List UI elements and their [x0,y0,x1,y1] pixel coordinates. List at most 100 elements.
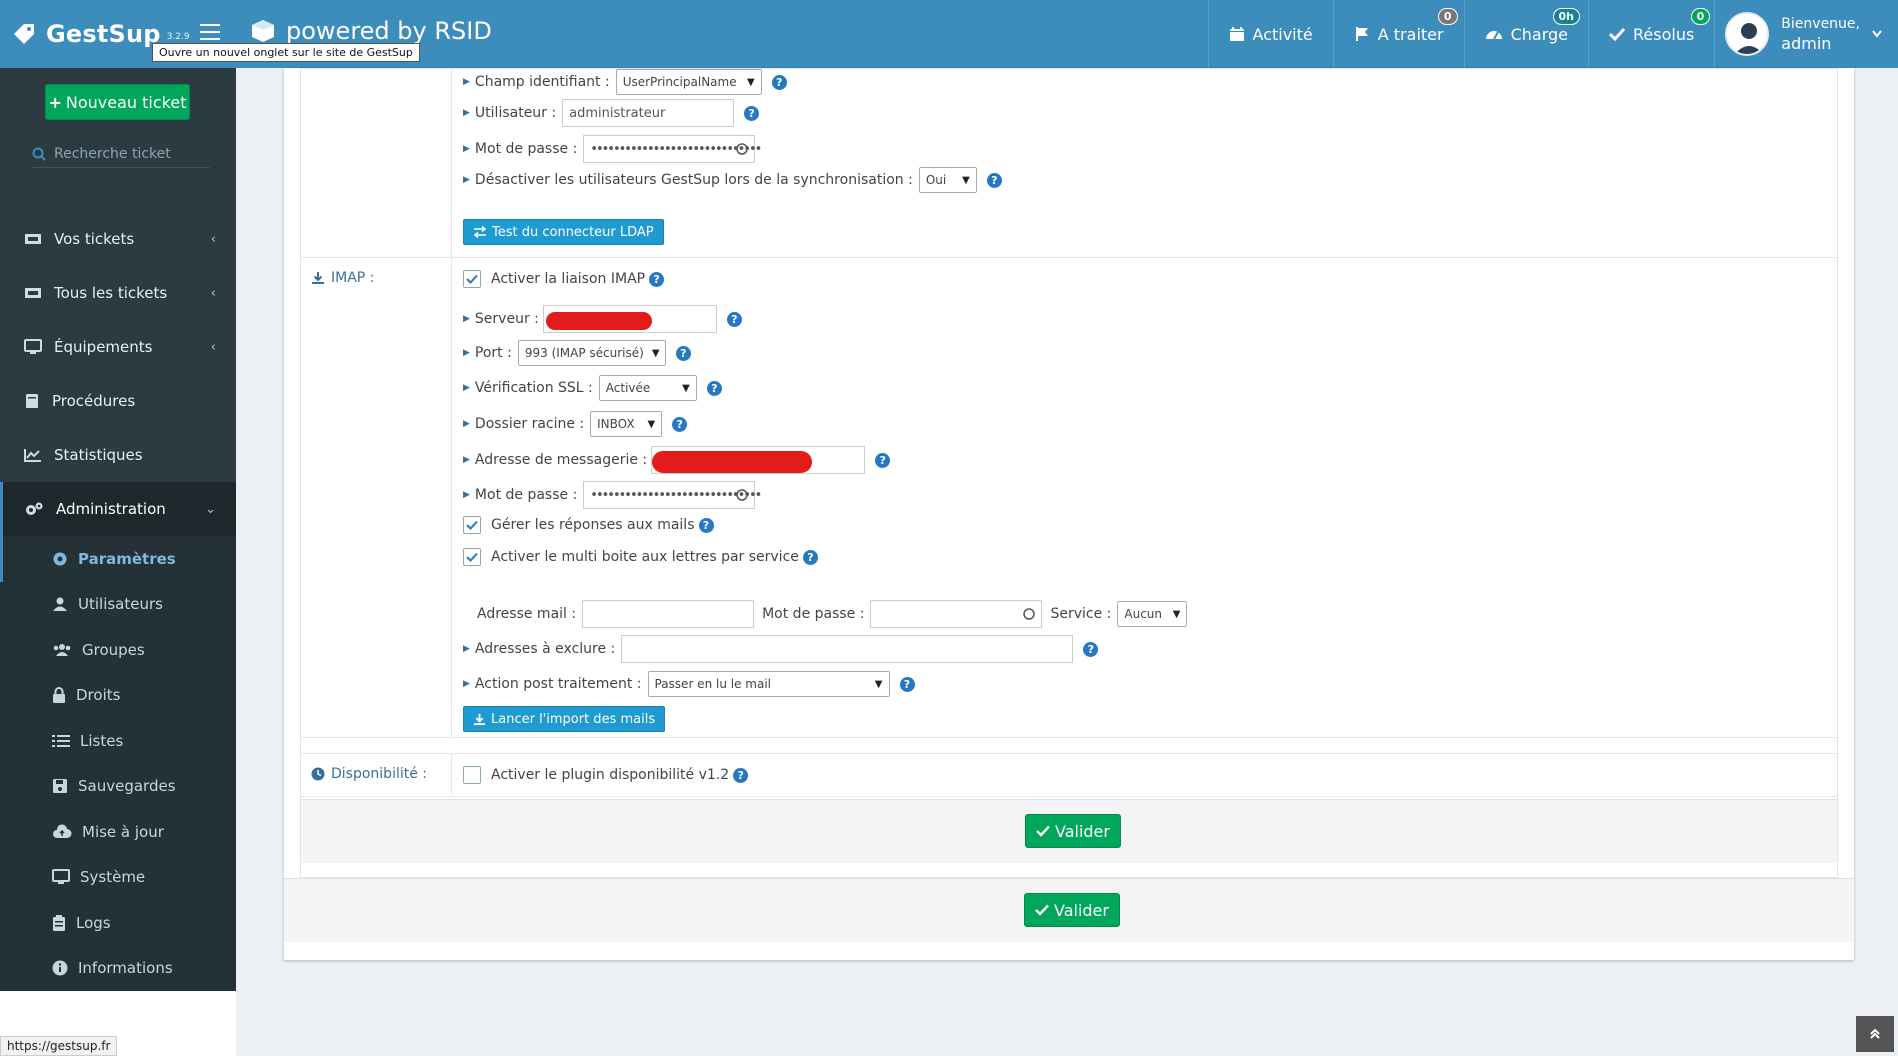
imap-ssl-row: ▶ Vérification SSL : Activée ▼ ? [463,375,722,401]
user-name: admin [1781,34,1832,53]
imap-activate-row: Activer la liaison IMAP ? [463,270,665,288]
help-icon[interactable]: ? [802,549,818,565]
nav-activite-label: Activité [1252,24,1313,44]
sidebar-item-sauvegardes[interactable]: Sauvegardes [0,764,236,810]
menu-toggle-icon[interactable] [200,24,220,42]
imap-server-input[interactable] [542,305,717,333]
imap-multi-fields: Adresse mail : Mot de passe : Service : … [477,600,1188,628]
help-icon[interactable]: ? [875,452,891,468]
tooltip: Ouvre un nouvel onglet sur le site de Ge… [152,43,420,62]
help-icon[interactable]: ? [1083,641,1099,657]
sidebar-item-equipements[interactable]: Équipements ‹ [0,320,236,374]
tag-icon [14,24,34,44]
help-icon[interactable]: ? [899,676,915,692]
imap-port-row: ▶ Port : 993 (IMAP sécurisé) ▼ ? [463,340,691,366]
sidebar-item-tous-tickets[interactable]: Tous les tickets ‹ [0,266,236,320]
nav-resolus[interactable]: Résolus 0 [1588,0,1714,68]
import-mails-button[interactable]: Lancer l'import des mails [463,706,666,732]
app-version: 3.2.9 [166,32,190,42]
help-icon[interactable]: ? [771,74,787,90]
sidebar-item-droits[interactable]: Droits [0,673,236,719]
double-chevron-up-icon [1870,1028,1880,1039]
help-icon[interactable]: ? [744,105,760,121]
sidebar-item-mise-a-jour[interactable]: Mise à jour [0,809,236,855]
avatar [1725,12,1770,56]
download-icon [473,713,486,725]
validate-button-bottom[interactable]: Valider [1024,893,1120,927]
nav-a-traiter[interactable]: A traiter 0 [1332,0,1464,68]
top-navbar: GestSup 3.2.9 Ouvre un nouvel onglet sur… [0,0,1898,68]
ticket-icon [25,234,41,244]
app-name: GestSup [46,20,161,48]
sidebar-item-systeme[interactable]: Système [0,855,236,901]
parameters-panel: ▶ Champ identifiant : UserPrincipalName ▼ … [300,68,1838,878]
ldap-champ-select[interactable]: UserPrincipalName ▼ [615,69,762,95]
sidebar-item-statistiques[interactable]: Statistiques [0,428,236,482]
info-icon [52,960,68,976]
charge-badge: 0h [1552,8,1580,25]
imap-multi-checkbox[interactable] [463,548,481,566]
imap-ssl-select[interactable]: Activée ▼ [598,375,697,401]
help-icon[interactable]: ? [733,767,749,783]
sidebar-item-procedures[interactable]: Procédures [0,374,236,428]
redaction-mark [652,451,813,473]
check-icon [1609,27,1625,42]
sidebar-item-logs[interactable]: Logs [0,900,236,946]
help-icon[interactable]: ? [675,345,691,361]
sidebar-item-listes[interactable]: Listes [0,718,236,764]
clipboard-icon [53,914,65,931]
ldap-password-input[interactable]: •••••••••••••••••••••••••••••• [583,135,762,163]
sidebar-item-utilisateurs[interactable]: Utilisateurs [0,582,236,628]
user-menu[interactable]: Bienvenue, admin [1714,0,1898,68]
key-icon[interactable] [735,488,749,502]
post-action-select[interactable]: Passer en lu le mail ▼ [647,671,890,697]
help-icon[interactable]: ? [706,380,722,396]
multi-service-select[interactable]: Aucun ▼ [1117,601,1188,627]
key-icon[interactable] [1022,607,1036,621]
exchange-icon [473,226,487,238]
exclude-input[interactable] [621,635,1074,663]
multi-mail-input[interactable] [582,600,755,628]
a-traiter-badge: 0 [1437,8,1458,25]
sidebar-item-groupes[interactable]: Groupes [0,627,236,673]
sidebar-menu: Vos tickets ‹ Tous les tickets ‹ Équipemen… [0,212,236,991]
desktop-icon [24,339,42,354]
dispo-plugin-checkbox[interactable] [463,766,481,784]
imap-replies-checkbox[interactable] [463,516,481,534]
sidebar-item-informations[interactable]: Informations [0,946,236,992]
validate-button[interactable]: Valider [1025,814,1121,848]
scroll-top-button[interactable] [1856,1016,1894,1052]
user-greeting: Bienvenue, [1781,16,1860,32]
sidebar-item-parametres[interactable]: Paramètres [0,536,236,582]
ldap-user-input[interactable]: administrateur [562,99,735,127]
help-icon[interactable]: ? [649,271,665,287]
imap-password-input[interactable]: •••••••••••••••••••••••••••••• [583,481,762,509]
imap-section: IMAP : Activer la liaison IMAP ? ▶ Serveu… [301,258,1837,738]
imap-port-select[interactable]: 993 (IMAP sécurisé) ▼ [517,340,666,366]
chevron-left-icon: ‹ [210,339,216,355]
imap-activate-checkbox[interactable] [463,270,481,288]
imap-folder-select[interactable]: INBOX ▼ [590,411,663,437]
help-icon[interactable]: ? [726,311,742,327]
chart-icon [24,449,41,462]
user-icon [53,597,67,612]
help-icon[interactable]: ? [672,416,688,432]
ldap-champ-row: ▶ Champ identifiant : UserPrincipalName ▼ … [463,69,787,95]
imap-mail-input[interactable] [651,446,866,474]
sidebar-item-administration[interactable]: Administration ⌄ [0,482,236,536]
help-icon[interactable]: ? [986,172,1002,188]
key-icon[interactable] [735,142,749,156]
nav-charge[interactable]: Charge 0h [1463,0,1588,68]
ldap-disable-select[interactable]: Oui ▼ [918,167,977,193]
nav-activite[interactable]: Activité [1207,0,1333,68]
test-ldap-button[interactable]: Test du connecteur LDAP [463,219,664,245]
search-input[interactable]: Recherche ticket [32,140,210,168]
nav-a-traiter-label: A traiter [1377,24,1444,44]
sidebar-item-vos-tickets[interactable]: Vos tickets ‹ [0,212,236,266]
download-icon [312,272,324,284]
search-placeholder: Recherche ticket [54,145,171,162]
imap-replies-row: Gérer les réponses aux mails ? [463,516,714,534]
new-ticket-button[interactable]: + Nouveau ticket [45,84,190,120]
multi-password-input[interactable] [870,600,1043,628]
help-icon[interactable]: ? [698,517,714,533]
